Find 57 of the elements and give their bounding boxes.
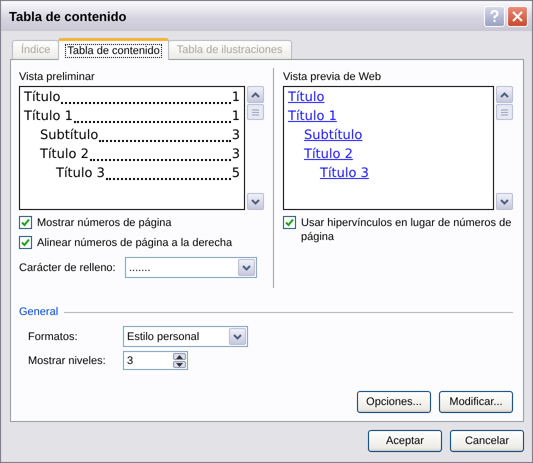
- toc-page-number: 5: [232, 166, 240, 181]
- dropdown-caret-icon: [233, 334, 242, 340]
- scroll-up-button[interactable]: [247, 86, 264, 103]
- toc-link[interactable]: Subtítulo: [304, 128, 362, 143]
- scroll-up-button[interactable]: [496, 86, 513, 103]
- close-button[interactable]: [507, 6, 528, 26]
- dialog-button[interactable]: Cancelar: [450, 430, 524, 452]
- close-icon: [512, 10, 523, 22]
- fill-character-dropdown[interactable]: .......: [125, 257, 257, 278]
- field-label: Mostrar niveles:: [28, 354, 107, 366]
- caret-down-icon: [500, 198, 509, 204]
- toc-page-number: 1: [232, 90, 240, 105]
- checkbox-label: Mostrar números de página: [37, 216, 172, 230]
- scroll-down-button[interactable]: [496, 193, 513, 210]
- toc-page-number: 3: [232, 128, 240, 143]
- section-label: Vista previa de Web: [283, 71, 382, 83]
- checkbox-label: Alinear números de página a la derecha: [37, 236, 232, 250]
- toc-link[interactable]: Título: [288, 90, 324, 105]
- scrollbar[interactable]: [496, 86, 513, 210]
- tab[interactable]: Tabla de contenido: [58, 38, 169, 60]
- caret-up-icon: [251, 92, 260, 98]
- toc-entry-title: Título 2: [40, 147, 89, 162]
- panel-button[interactable]: Modificar...: [439, 391, 513, 413]
- toc-link[interactable]: Título 2: [304, 147, 353, 162]
- checkbox[interactable]: [19, 216, 32, 229]
- scrollbar[interactable]: [247, 86, 264, 210]
- toc-page-number: 3: [232, 147, 240, 162]
- caret-down-icon: [251, 198, 260, 204]
- group-title: General: [19, 306, 58, 318]
- dropdown-caret-icon: [242, 264, 251, 270]
- toc-entry-title: Título 3: [56, 166, 105, 181]
- levels-spinbox[interactable]: 3: [123, 351, 188, 370]
- section-label: Vista preliminar: [19, 71, 96, 83]
- checkbox-label: Usar hipervínculos en lugar de números de página: [301, 216, 512, 244]
- window-title: Tabla de contenido: [9, 8, 128, 24]
- toc-entry-title: Subtítulo: [40, 128, 98, 143]
- toc-entry-title: Título 1: [24, 109, 73, 124]
- panel-button[interactable]: Opciones...: [357, 391, 431, 413]
- spin-up-icon: [176, 354, 183, 358]
- help-icon: [490, 10, 499, 22]
- formats-dropdown[interactable]: Estilo personal: [123, 326, 248, 347]
- grip-icon: [501, 108, 508, 116]
- toc-link[interactable]: Título 1: [288, 109, 337, 124]
- field-label: Formatos:: [28, 330, 79, 342]
- checkbox[interactable]: [19, 236, 32, 249]
- field-label: Carácter de relleno:: [19, 262, 117, 274]
- toc-link[interactable]: Título 3: [320, 166, 369, 181]
- scroll-thumb[interactable]: [496, 104, 513, 120]
- scroll-down-button[interactable]: [247, 193, 264, 210]
- toc-entry-title: Título: [24, 90, 60, 105]
- checkbox[interactable]: [283, 216, 296, 229]
- caret-up-icon: [500, 92, 509, 98]
- toc-page-number: 1: [232, 109, 240, 124]
- scroll-thumb[interactable]: [247, 104, 264, 120]
- grip-icon: [252, 108, 259, 116]
- spin-down-icon: [176, 362, 183, 366]
- dialog-button[interactable]: Aceptar: [368, 430, 442, 452]
